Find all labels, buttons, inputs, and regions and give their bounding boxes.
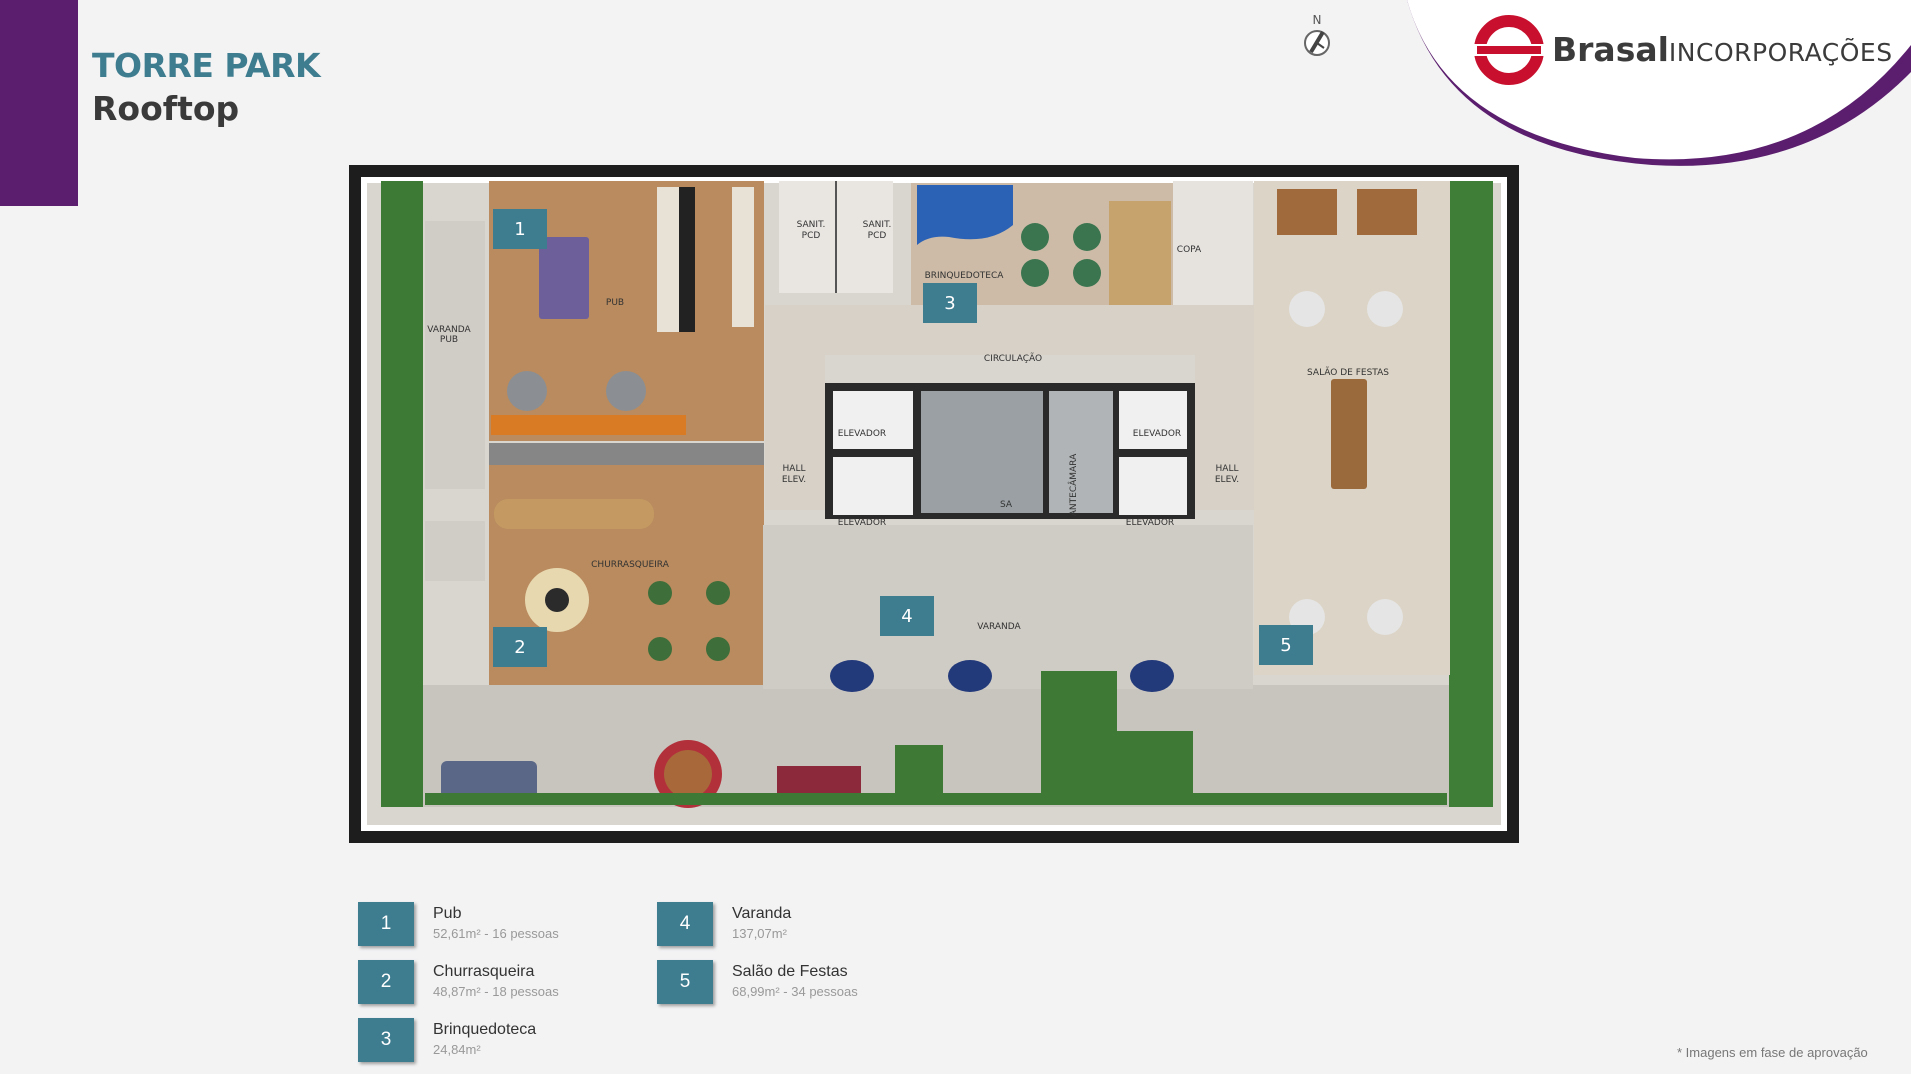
compass-north-icon: N: [1304, 13, 1330, 56]
label-antecamara: ANTECÂMARA: [1067, 453, 1079, 516]
svg-text:3: 3: [944, 293, 955, 314]
title-block: TORRE PARK Rooftop: [92, 46, 321, 128]
varanda-pub-floor: [425, 221, 485, 489]
left-planter: [381, 181, 423, 807]
pool-table: [539, 237, 589, 319]
label-elevador-3: ELEVADOR: [1133, 429, 1181, 439]
brand-swoosh: [1407, 0, 1911, 166]
label-elevador-4: ELEVADOR: [1126, 518, 1174, 528]
label-hall-right-elev: ELEV.: [1215, 475, 1239, 485]
legend-detail: 68,99m² - 34 pessoas: [732, 984, 858, 999]
legend-number: 4: [657, 902, 713, 946]
legend-detail: 137,07m²: [732, 926, 787, 941]
rooftop-floor-plan: 1 2 3 4 5 PUB VARANDA PUB SANIT. PCD SAN…: [349, 165, 1519, 843]
svg-text:1: 1: [514, 219, 525, 240]
legend-name: Salão de Festas: [732, 963, 848, 980]
brand-name-light: INCORPORAÇÕES: [1668, 38, 1893, 67]
compass-label: N: [1313, 13, 1322, 27]
label-varanda-pub-2: PUB: [440, 335, 458, 345]
legend-detail: 24,84m²: [433, 1042, 481, 1057]
svg-text:4: 4: [901, 606, 912, 627]
label-pub: PUB: [606, 298, 624, 308]
brasal-logo-icon: [1473, 15, 1545, 85]
right-planter: [1449, 181, 1493, 807]
label-churrasqueira: CHURRASQUEIRA: [591, 560, 670, 570]
stairwell: [921, 391, 1043, 513]
brand-wordmark: BrasalINCORPORAÇÕES: [1552, 30, 1893, 69]
label-brinquedoteca: BRINQUEDOTECA: [925, 271, 1005, 281]
page-title: TORRE PARK: [92, 46, 321, 85]
svg-text:5: 5: [1280, 635, 1291, 656]
legend-name: Varanda: [732, 905, 792, 922]
label-copa: COPA: [1177, 245, 1202, 255]
label-circulacao: CIRCULAÇÃO: [984, 353, 1042, 364]
legend-name: Pub: [433, 905, 462, 922]
label-hall-left-elev: ELEV.: [782, 475, 806, 485]
party-table: [1331, 379, 1367, 489]
page-subtitle: Rooftop: [92, 89, 240, 128]
label-varanda: VARANDA: [977, 622, 1021, 632]
legend-number: 2: [358, 960, 414, 1004]
legend-detail: 52,61m² - 16 pessoas: [433, 926, 559, 941]
label-varanda-pub-1: VARANDA: [427, 325, 471, 335]
legend-name: Brinquedoteca: [433, 1021, 537, 1038]
label-sa: SA: [1000, 500, 1013, 510]
label-elevador-1: ELEVADOR: [838, 429, 886, 439]
label-sanit-1-pcd: PCD: [802, 231, 821, 241]
label-hall-left: HALL: [783, 464, 806, 474]
circulacao-floor: [765, 305, 1255, 355]
central-planter: [1041, 671, 1117, 801]
label-sanit-1: SANIT.: [797, 220, 826, 230]
legend-number: 1: [358, 902, 414, 946]
label-sanit-2-pcd: PCD: [868, 231, 887, 241]
purple-accent-bar: [0, 0, 78, 206]
legend-detail: 48,87m² - 18 pessoas: [433, 984, 559, 999]
legend-number: 5: [657, 960, 713, 1004]
label-hall-right: HALL: [1216, 464, 1239, 474]
label-elevador-2: ELEVADOR: [838, 518, 886, 528]
label-sanit-2: SANIT.: [863, 220, 892, 230]
brand-name-bold: Brasal: [1552, 30, 1669, 69]
legend-number: 3: [358, 1018, 414, 1062]
svg-text:2: 2: [514, 637, 525, 658]
label-salao-festas: SALÃO DE FESTAS: [1307, 367, 1389, 378]
legend-name: Churrasqueira: [433, 963, 535, 980]
